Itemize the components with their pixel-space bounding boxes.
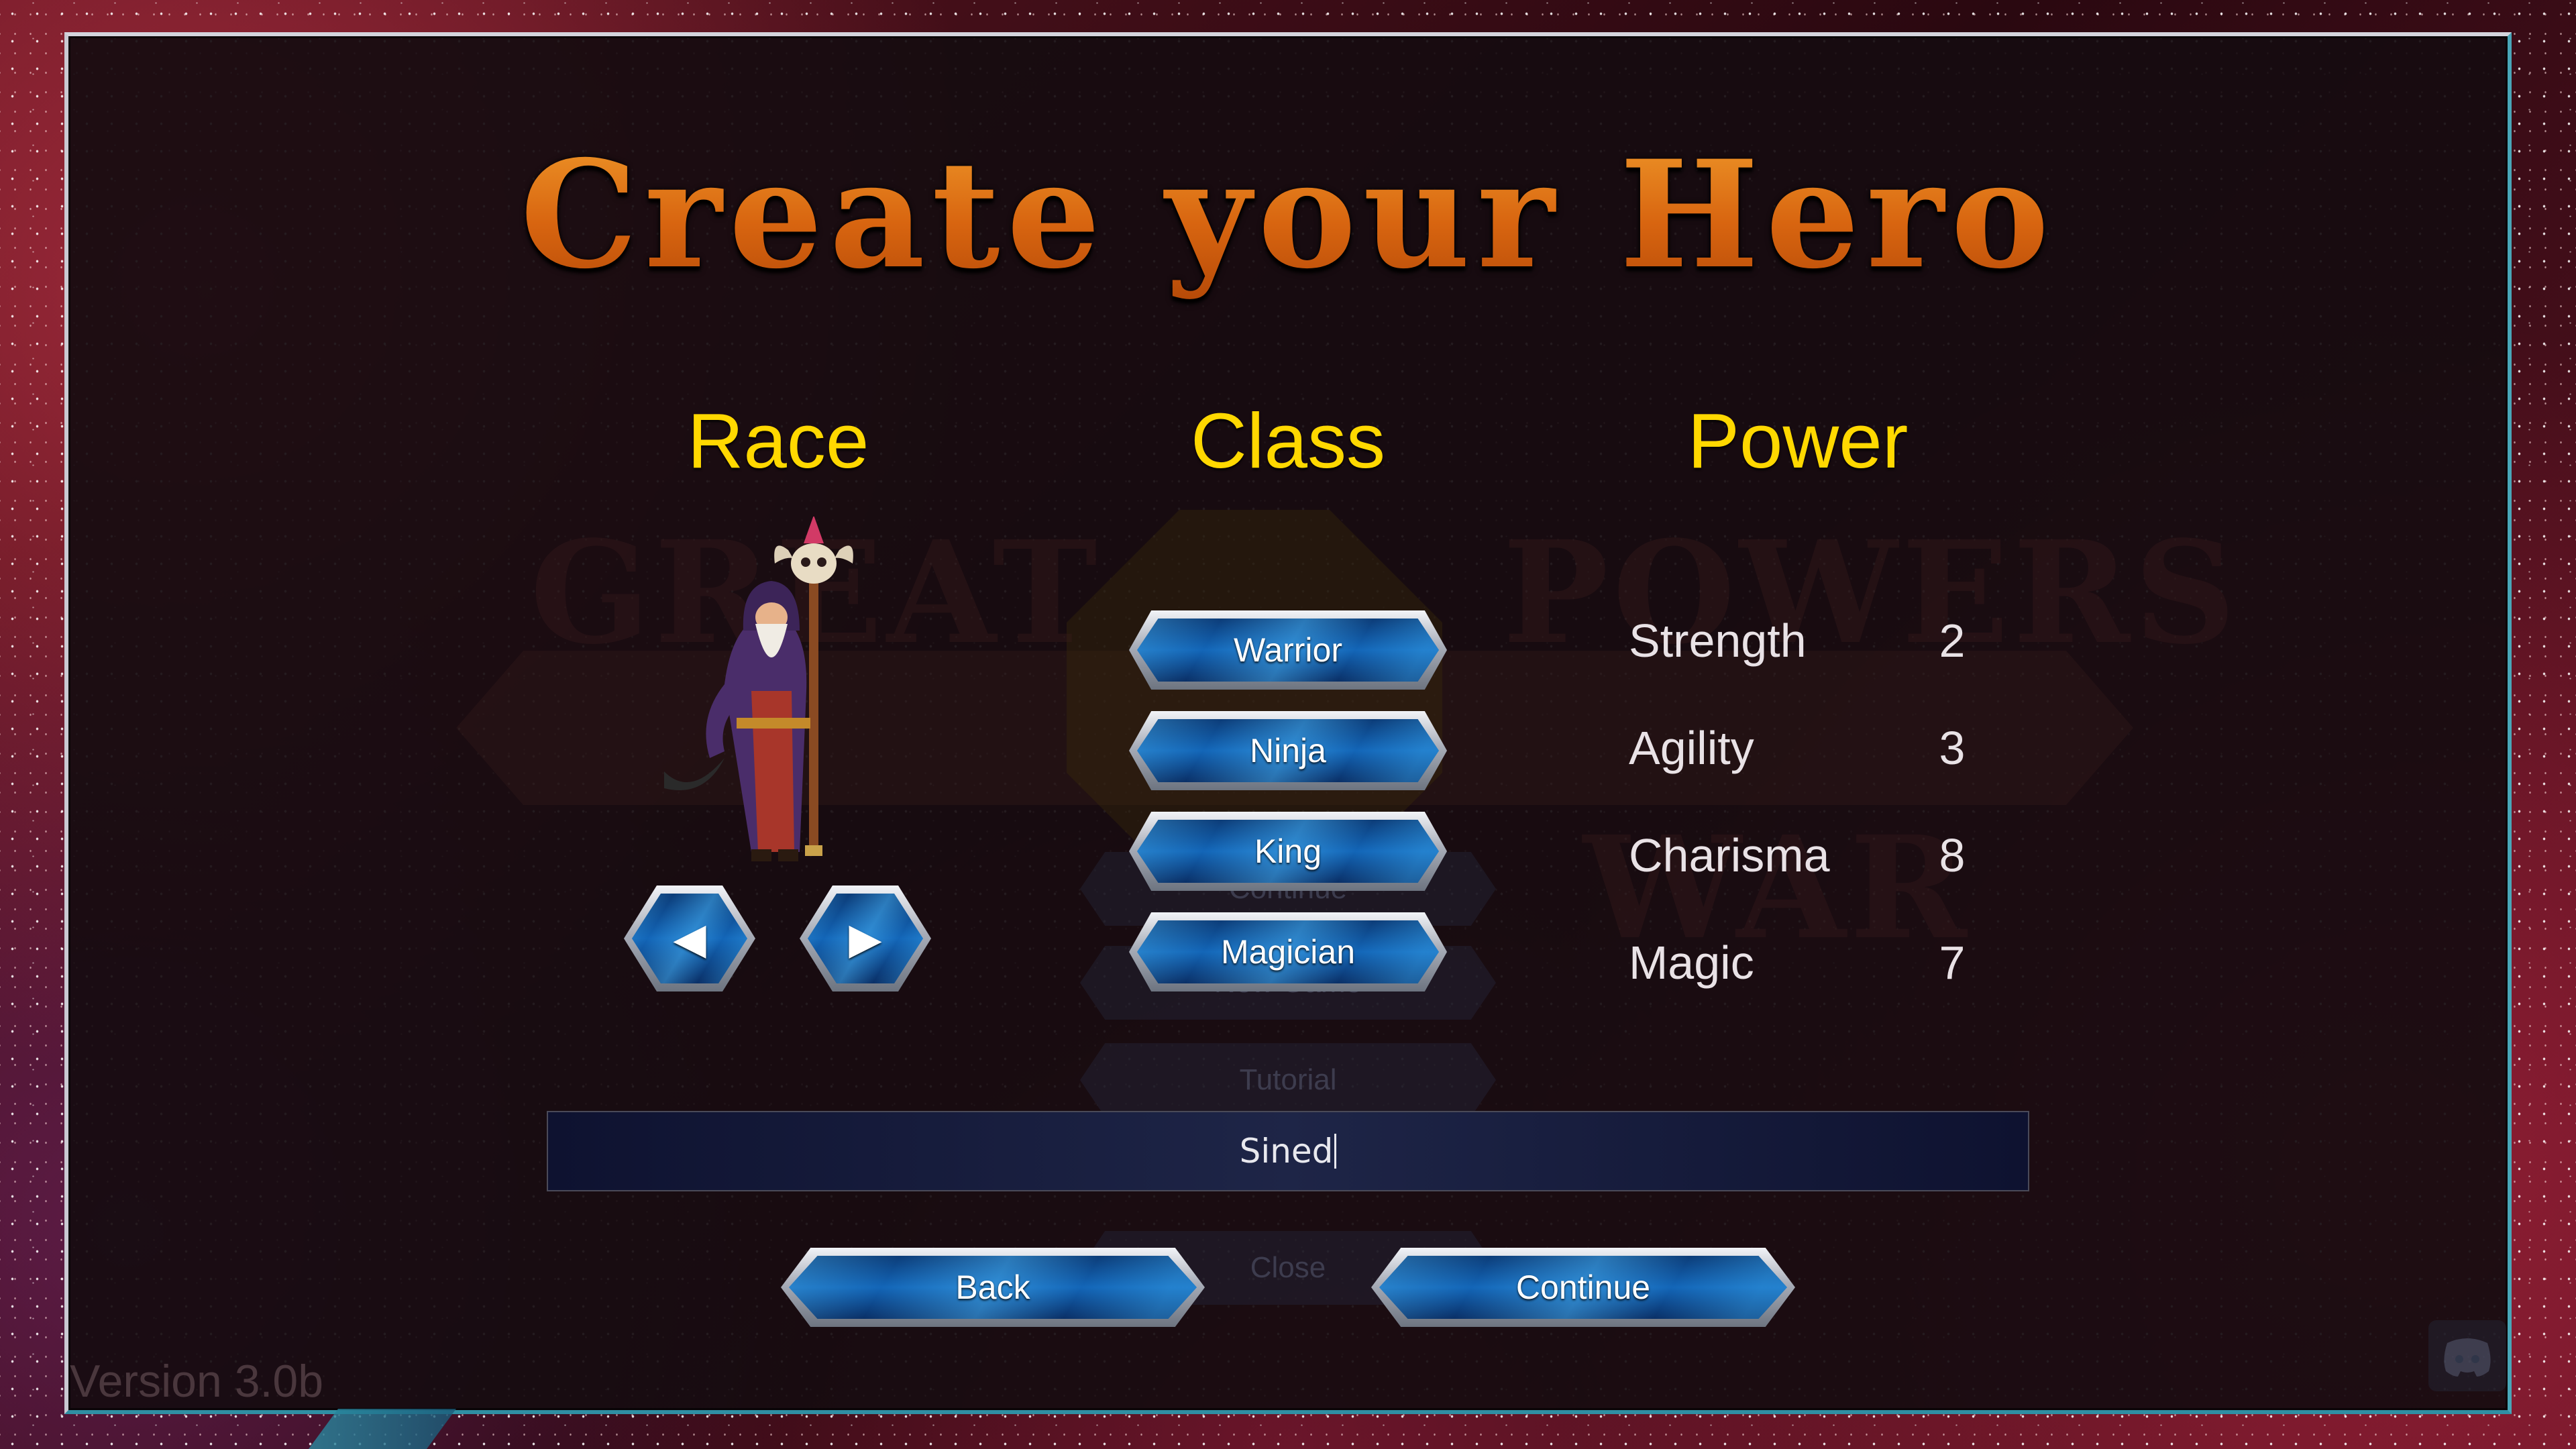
class-button-label: Magician	[1220, 933, 1356, 971]
class-warrior-button[interactable]: Warrior	[1129, 610, 1447, 690]
stat-charisma-label: Charisma	[1629, 829, 1830, 881]
stat-magic-label: Magic	[1629, 936, 1754, 989]
class-button-label: Ninja	[1250, 732, 1326, 769]
wizard-hero-icon	[664, 517, 853, 861]
power-heading: Power	[1687, 397, 1909, 484]
class-heading: Class	[1190, 397, 1386, 484]
stat-charisma-value: 8	[1939, 829, 1966, 881]
class-king-button[interactable]: King	[1129, 812, 1447, 891]
stat-agility-value: 3	[1939, 722, 1966, 774]
skull	[791, 543, 837, 584]
continue-button-label: Continue	[1515, 1269, 1651, 1306]
right-arrow-icon: ▶	[849, 914, 882, 963]
discord-icon[interactable]	[2428, 1320, 2506, 1391]
hero-name-input[interactable]: Sined	[547, 1111, 2029, 1191]
staff	[809, 557, 818, 852]
hero-name-value: Sined	[1239, 1132, 1334, 1171]
stat-agility-label: Agility	[1629, 722, 1754, 774]
sickle	[664, 758, 724, 790]
discord-glyph	[2444, 1338, 2491, 1377]
continue-button[interactable]: Continue	[1371, 1248, 1795, 1327]
back-button[interactable]: Back	[781, 1248, 1205, 1327]
class-ninja-button[interactable]: Ninja	[1129, 711, 1447, 790]
text-caret	[1334, 1134, 1337, 1169]
page-title: Create your Hero	[0, 127, 2576, 301]
stat-strength-value: 2	[1939, 614, 1966, 667]
class-button-label: King	[1254, 833, 1322, 870]
background-menu-item: Tutorial	[1080, 1043, 1496, 1117]
version-label: Version 3.0b	[70, 1356, 324, 1407]
stat-magic-value: 7	[1939, 936, 1966, 989]
back-button-label: Back	[955, 1269, 1030, 1306]
class-button-label: Warrior	[1233, 631, 1342, 669]
mohawk	[804, 517, 824, 543]
race-heading: Race	[687, 397, 869, 484]
class-magician-button[interactable]: Magician	[1129, 912, 1447, 991]
left-arrow-icon: ◀	[673, 914, 706, 963]
stat-strength-label: Strength	[1629, 614, 1807, 667]
